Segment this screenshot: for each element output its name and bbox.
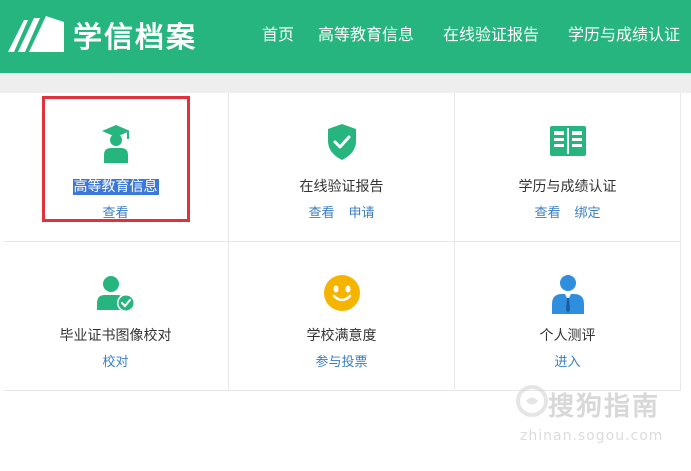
header-gap: [0, 73, 691, 93]
brand-title[interactable]: 学信档案: [73, 17, 197, 57]
card-personal-assessment: 个人测评 进入: [455, 242, 681, 391]
nav-higher-education[interactable]: 高等教育信息: [318, 0, 414, 73]
smiley-icon: [323, 275, 360, 311]
nav-degree-certification[interactable]: 学历与成绩认证: [568, 0, 680, 73]
card-online-report: 在线验证报告 查看 申请: [229, 93, 455, 242]
card-degree-certification: 学历与成绩认证 查看 绑定: [455, 93, 681, 242]
card-diploma-image-check: 毕业证书图像校对 校对: [3, 242, 229, 391]
card-title: 学校满意度: [306, 328, 377, 344]
card-title: 高等教育信息: [72, 179, 159, 195]
apply-link[interactable]: 申请: [349, 206, 375, 221]
nav-online-report[interactable]: 在线验证报告: [443, 0, 539, 73]
shield-check-icon: [327, 124, 356, 160]
watermark-text: 搜狗指南: [548, 392, 661, 422]
view-link[interactable]: 查看: [534, 206, 560, 221]
card-higher-education: 高等教育信息 查看: [3, 93, 229, 242]
view-link[interactable]: 查看: [102, 206, 128, 221]
graduate-icon: [101, 125, 130, 163]
view-link[interactable]: 查看: [308, 206, 334, 221]
card-school-satisfaction: 学校满意度 参与投票: [229, 242, 455, 391]
card-title: 个人测评: [539, 328, 596, 344]
card-title: 毕业证书图像校对: [59, 328, 172, 344]
card-title: 在线验证报告: [299, 179, 384, 195]
card-title: 学历与成绩认证: [518, 179, 617, 195]
top-header: 学信档案 首页 高等教育信息 在线验证报告 学历与成绩认证: [0, 0, 691, 73]
watermark-url: zhinan.sogou.com: [520, 428, 664, 444]
enter-link[interactable]: 进入: [554, 355, 580, 370]
bind-link[interactable]: 绑定: [575, 206, 601, 221]
service-grid: 高等教育信息 查看 在线验证报告 查看 申请 学历与成绩认证 查看 绑定 毕业证…: [0, 93, 691, 393]
logo-icon[interactable]: [6, 12, 66, 56]
nav-home[interactable]: 首页: [262, 0, 294, 73]
certificate-icon: [549, 126, 586, 156]
person-check-icon: [96, 276, 135, 312]
vote-link[interactable]: 参与投票: [315, 355, 367, 370]
person-tie-icon: [551, 275, 584, 314]
proofread-link[interactable]: 校对: [102, 355, 128, 370]
